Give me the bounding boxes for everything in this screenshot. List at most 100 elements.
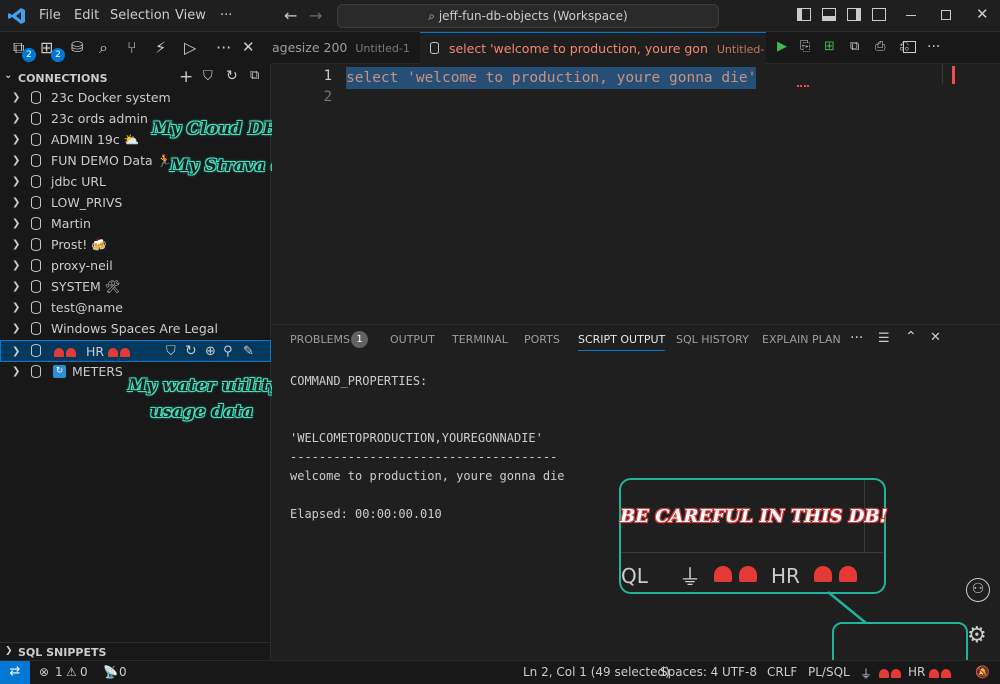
settings-gear-icon[interactable]: ⚙	[967, 623, 987, 648]
menu-view[interactable]: View	[175, 8, 206, 23]
output-line: -------------------------------------	[290, 450, 558, 464]
database-icon	[31, 91, 41, 104]
callout-alarm-icon	[813, 566, 858, 582]
chevron-right-icon: ❯	[12, 281, 21, 292]
tab-ports[interactable]: PORTS	[524, 329, 560, 351]
errors-count: 1	[55, 665, 63, 679]
chevron-down-icon: ⌄	[4, 70, 13, 81]
indentation[interactable]: Spaces: 4	[660, 665, 718, 679]
tab-explain-plan[interactable]: EXPLAIN PLAN	[762, 329, 841, 351]
connection-item-hr-selected[interactable]: ❯ HR ⛉ ↻ ⊕ ⚲ ✎	[0, 340, 271, 362]
connection-item[interactable]: ❯ proxy-neil	[0, 255, 271, 276]
database-icon	[31, 112, 41, 125]
tab-sql-history[interactable]: SQL HISTORY	[676, 329, 749, 351]
remote-indicator-icon[interactable]: ⇄	[0, 661, 30, 684]
forward-arrow-icon[interactable]: →	[309, 6, 322, 25]
minimize-icon[interactable]	[906, 15, 916, 16]
more-views-icon[interactable]: ···	[216, 38, 231, 57]
connection-item[interactable]: ❯ Prost! 🍻	[0, 234, 271, 255]
filter-icon[interactable]: ⛉	[203, 69, 213, 84]
connection-item[interactable]: ❯ LOW_PRIVS	[0, 192, 271, 213]
remote-icon[interactable]: ⚡	[155, 38, 166, 57]
title-bar: File Edit Selection View ··· ← → ⌕ jeff-…	[0, 0, 1000, 32]
filter-icon[interactable]: ⛉	[166, 341, 176, 362]
customize-layout-icon[interactable]	[872, 8, 886, 21]
connections-title: CONNECTIONS	[18, 72, 108, 85]
refresh-icon[interactable]: ↻	[185, 341, 197, 362]
cursor-position[interactable]: Ln 2, Col 1 (49 selected)	[523, 665, 670, 679]
tab-terminal[interactable]: TERMINAL	[452, 329, 508, 351]
connect-icon[interactable]: ⚲	[223, 341, 233, 362]
run-icon[interactable]: ▶	[777, 39, 787, 54]
menu-edit[interactable]: Edit	[74, 8, 99, 23]
tab-output[interactable]: OUTPUT	[390, 329, 435, 351]
chevron-right-icon: ❯	[5, 646, 13, 656]
error-icon[interactable]: ⊗	[39, 665, 49, 679]
chevron-right-icon: ❯	[12, 113, 21, 124]
connection-label: 23c ords admin	[51, 111, 148, 126]
line-endings[interactable]: CRLF	[767, 665, 797, 679]
warning-icon[interactable]: ⚠	[66, 665, 77, 679]
alarm-icon	[878, 666, 902, 680]
toggle-panel-icon[interactable]	[822, 8, 836, 21]
run-script-icon[interactable]: ⎘	[800, 39, 810, 54]
menu-more[interactable]: ···	[220, 8, 232, 23]
tab-untitled-2-active[interactable]: select 'welcome to production, youre gon…	[420, 32, 766, 89]
database-icon	[31, 259, 41, 272]
close-panel-icon[interactable]: ✕	[930, 330, 941, 345]
notifications-bell-icon[interactable]: 🔕	[975, 665, 990, 679]
collapse-all-icon[interactable]: ⧉	[250, 68, 259, 83]
connection-item[interactable]: ❯ 23c Docker system	[0, 87, 271, 108]
command-center-search[interactable]: ⌕ jeff-fun-db-objects (Workspace)	[337, 4, 719, 28]
connection-name[interactable]: HR	[908, 665, 925, 679]
connection-item[interactable]: ❯ Martin	[0, 213, 271, 234]
code-line-1[interactable]: select 'welcome to production, youre gon…	[346, 67, 757, 89]
source-control-icon[interactable]: ⑂	[127, 38, 137, 57]
sql-snippets-header[interactable]: ❯ SQL SNIPPETS	[0, 642, 271, 660]
toggle-secondary-sidebar-icon[interactable]	[847, 8, 861, 21]
run-debug-icon[interactable]: ▷	[184, 38, 196, 57]
refresh-icon[interactable]: ↻	[226, 68, 238, 84]
close-window-icon[interactable]: ✕	[976, 5, 989, 23]
account-icon[interactable]: ⚇	[966, 578, 990, 602]
more-actions-icon[interactable]: ···	[927, 39, 940, 55]
clear-output-icon[interactable]: ☰	[878, 331, 890, 346]
connection-label: Martin	[51, 216, 91, 231]
search-view-icon[interactable]: ⌕	[99, 38, 108, 58]
language-mode[interactable]: PL/SQL	[808, 665, 850, 679]
maximize-icon[interactable]	[941, 10, 951, 20]
tab-problems[interactable]: PROBLEMS	[290, 329, 350, 351]
encoding[interactable]: UTF-8	[722, 665, 757, 679]
minimap-slider[interactable]	[942, 64, 952, 84]
connection-label: LOW_PRIVS	[51, 195, 123, 210]
new-file-icon[interactable]: ⊕	[205, 341, 216, 362]
maximize-panel-icon[interactable]: ⌃	[905, 329, 917, 345]
commit-icon[interactable]: ⎙	[875, 39, 885, 54]
edit-pencil-icon[interactable]: ✎	[243, 341, 254, 362]
tab-script-output[interactable]: SCRIPT OUTPUT	[578, 329, 666, 351]
connection-item[interactable]: ❯ Windows Spaces Are Legal	[0, 318, 271, 339]
tab-untitled-1[interactable]: agesize 200 Untitled-1	[272, 32, 420, 85]
note-cloud-db: My Cloud DB	[152, 119, 278, 139]
menu-selection[interactable]: Selection	[110, 8, 170, 23]
more-panel-icon[interactable]: ···	[850, 330, 863, 346]
back-arrow-icon[interactable]: ←	[284, 6, 297, 25]
toggle-sidebar-icon[interactable]	[797, 8, 811, 21]
explain-plan-icon[interactable]: ⊞	[824, 39, 835, 54]
callout-alarm-icon	[713, 566, 758, 582]
split-editor-icon[interactable]	[903, 41, 916, 53]
add-connection-icon[interactable]: +	[179, 67, 193, 87]
plug-icon[interactable]: ⏚	[860, 665, 872, 682]
database-icon	[31, 196, 41, 209]
database-icon[interactable]: ⛁	[71, 38, 84, 56]
connection-label: HR	[86, 344, 105, 359]
callout-ql-text: QL	[621, 564, 648, 588]
menu-file[interactable]: File	[39, 8, 61, 23]
error-squiggle	[797, 84, 809, 87]
code-editor[interactable]: 1 2 select 'welcome to production, youre…	[272, 64, 1000, 324]
ports-icon[interactable]: 📡	[103, 665, 118, 679]
autotrace-icon[interactable]: ⧉	[850, 39, 859, 54]
close-sidebar-icon[interactable]: ✕	[242, 38, 255, 56]
connection-item[interactable]: ❯ test@name	[0, 297, 271, 318]
connection-item[interactable]: ❯ SYSTEM 🛠	[0, 276, 271, 297]
